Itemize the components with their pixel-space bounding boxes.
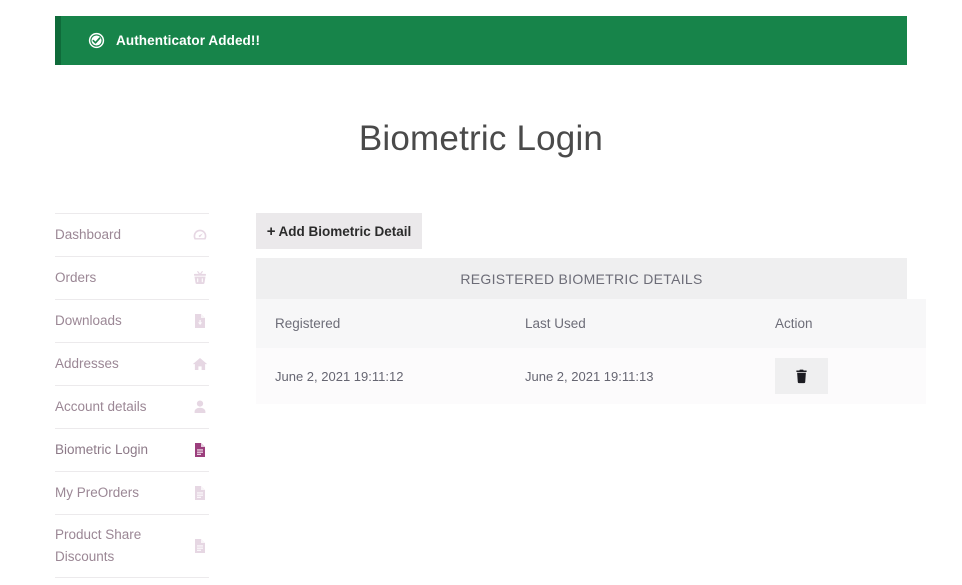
account-sidebar-nav: Dashboard Orders Downloads Addresses Acc… (55, 213, 209, 578)
sidebar-item-label: Dashboard (55, 227, 122, 242)
trash-icon (796, 369, 807, 383)
home-icon (192, 358, 208, 370)
user-icon (194, 400, 206, 413)
cell-last-used: June 2, 2021 19:11:13 (525, 368, 654, 384)
column-header-registered: Registered (275, 316, 341, 331)
notice-message: Authenticator Added!! (116, 33, 261, 48)
sidebar-item-label: My PreOrders (55, 485, 140, 500)
plus-icon: + (266, 222, 276, 240)
table-head: Registered Last Used Action (256, 299, 926, 348)
cell-registered: June 2, 2021 19:11:12 (275, 368, 404, 384)
success-notice-banner: Authenticator Added!! (55, 16, 907, 65)
sidebar-item-biometric-login[interactable]: Biometric Login (55, 428, 209, 471)
sidebar-item-label: Biometric Login (55, 442, 149, 457)
sidebar-item-label: Product Share Discounts (55, 527, 142, 564)
sidebar-item-addresses[interactable]: Addresses (55, 342, 209, 385)
check-circle-icon (88, 32, 105, 49)
sidebar-item-label: Downloads (55, 313, 122, 328)
sidebar-item-downloads[interactable]: Downloads (55, 299, 209, 342)
sidebar-item-label: Account details (55, 399, 147, 414)
basket-icon (193, 271, 207, 284)
file-download-icon (195, 314, 205, 328)
sidebar-item-my-preorders[interactable]: My PreOrders (55, 471, 209, 514)
file-icon (195, 443, 205, 457)
page-title: Biometric Login (358, 119, 604, 159)
cell-action (775, 348, 926, 404)
sidebar-item-account-details[interactable]: Account details (55, 385, 209, 428)
table-body: June 2, 2021 19:11:12 June 2, 2021 19:11… (256, 348, 926, 404)
column-header-last-used: Last Used (525, 316, 586, 331)
biometric-details-table: Registered Last Used Action June 2, 2021… (256, 299, 926, 404)
table-row: June 2, 2021 19:11:12 June 2, 2021 19:11… (256, 348, 926, 404)
add-biometric-detail-button[interactable]: + Add Biometric Detail (256, 213, 422, 249)
registered-biometric-details-panel: REGISTERED BIOMETRIC DETAILS Registered … (256, 258, 926, 404)
panel-heading: REGISTERED BIOMETRIC DETAILS (460, 270, 703, 287)
file-icon (195, 539, 205, 553)
table-header-row: Registered Last Used Action (256, 299, 926, 348)
sidebar-item-product-share-discounts[interactable]: Product Share Discounts (55, 514, 209, 577)
sidebar-item-dashboard[interactable]: Dashboard (55, 213, 209, 256)
add-biometric-detail-label: Add Biometric Detail (278, 223, 412, 239)
file-icon (195, 486, 205, 500)
sidebar-item-label: Addresses (55, 356, 119, 371)
sidebar-item-orders[interactable]: Orders (55, 256, 209, 299)
dashboard-icon (193, 229, 207, 240)
column-header-action: Action (775, 316, 813, 331)
sidebar-bottom-divider (55, 577, 209, 578)
panel-header: REGISTERED BIOMETRIC DETAILS (256, 258, 907, 299)
sidebar-item-label: Orders (55, 270, 97, 285)
delete-biometric-button[interactable] (775, 358, 828, 394)
